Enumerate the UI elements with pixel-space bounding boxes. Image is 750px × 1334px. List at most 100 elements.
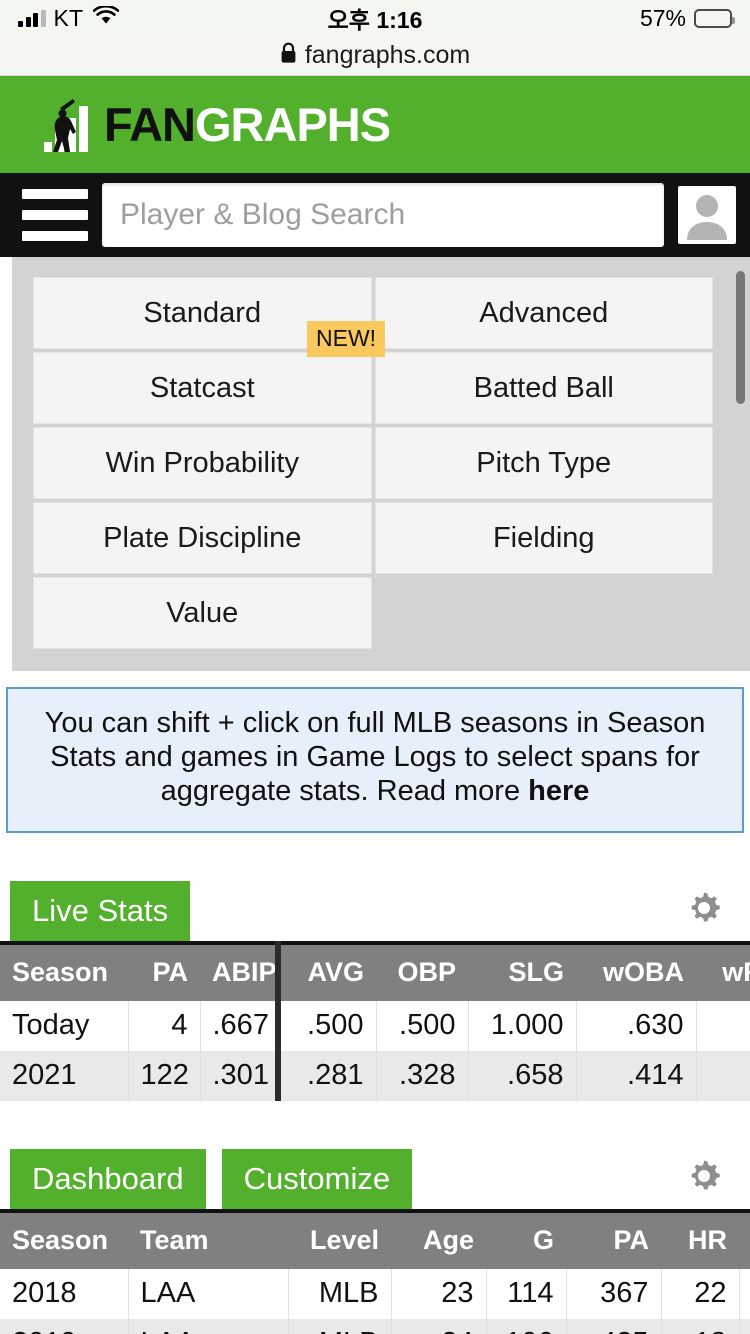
shift-click-notice: You can shift + click on full MLB season… <box>6 687 744 833</box>
column-header-team[interactable]: Team <box>128 1210 288 1269</box>
table-row: 2019 LAA MLB 24 106 425 18 51 <box>0 1318 750 1334</box>
column-header-level[interactable]: Level <box>288 1210 391 1269</box>
table-row: 2018 LAA MLB 23 114 367 22 59 <box>0 1268 750 1319</box>
dashboard-table-scroll[interactable]: Season Team Level Age G PA HR R 2018 LAA <box>0 1208 750 1334</box>
tab-dashboard[interactable]: Dashboard <box>10 1148 206 1209</box>
table-row: 2021 122 .301 .281 .328 .658 .414 174 <box>0 1050 750 1101</box>
stat-type-panel-wrap: Standard Advanced Statcast Batted Ball W… <box>0 257 750 671</box>
column-header-wrcplus[interactable]: wRC+ <box>696 942 750 1001</box>
column-header-pa[interactable]: PA <box>566 1210 661 1269</box>
cell-pa: 425 <box>566 1318 662 1334</box>
new-badge: NEW! <box>307 321 386 357</box>
status-bar-right: 57% <box>639 4 735 32</box>
cell-team: LAA <box>128 1318 289 1334</box>
battery-icon <box>694 8 735 28</box>
button-label: Fielding <box>492 521 595 554</box>
column-header-r[interactable]: R <box>739 1210 750 1269</box>
column-header-hr[interactable]: HR <box>661 1210 739 1269</box>
tab-label: Live Stats <box>32 893 169 929</box>
tab-customize[interactable]: Customize <box>221 1148 413 1209</box>
cell-level: MLB <box>288 1268 392 1319</box>
logo-word-graphs: GRAPHS <box>195 98 391 151</box>
stat-type-button-pitch-type[interactable]: Pitch Type <box>374 427 713 499</box>
stat-type-grid-spacer <box>375 577 714 649</box>
dashboard-tab-row: Dashboard Customize <box>0 1148 750 1209</box>
stat-type-button-statcast[interactable]: Statcast <box>33 352 372 424</box>
stat-type-button-advanced[interactable]: Advanced <box>374 277 713 349</box>
cell-hr: 22 <box>661 1268 740 1319</box>
stat-type-button-fielding[interactable]: Fielding <box>374 502 713 574</box>
dashboard-header-row: Season Team Level Age G PA HR R <box>0 1210 750 1269</box>
live-stats-table: Season PA ABIP AVG OBP SLG wOBA wRC+ Tod… <box>0 940 750 1101</box>
battery-percent-label: 57% <box>639 4 686 31</box>
column-header-woba[interactable]: wOBA <box>576 942 696 1001</box>
cell-babip: .667 <box>200 1000 281 1051</box>
column-header-season[interactable]: Season <box>0 942 128 1001</box>
live-stats-gear-slot <box>684 888 750 933</box>
cell-babip: .301 <box>200 1050 281 1101</box>
cell-season: Today <box>0 1000 129 1051</box>
logo-word-fan: FAN <box>104 98 196 151</box>
cell-hr: 18 <box>661 1318 740 1334</box>
live-stats-block: Live Stats Season PA ABIP AVG OBP SLG wO… <box>0 880 750 1101</box>
gear-settings-icon[interactable] <box>684 888 724 933</box>
live-stats-table-scroll[interactable]: Season PA ABIP AVG OBP SLG wOBA wRC+ Tod… <box>0 940 750 1101</box>
cell-g: 106 <box>486 1318 567 1334</box>
column-header-age[interactable]: Age <box>391 1210 486 1269</box>
vertical-scrollbar[interactable] <box>736 271 745 404</box>
cell-g: 114 <box>486 1268 567 1319</box>
tab-label: Customize <box>243 1161 391 1197</box>
stat-type-button-plate-discipline[interactable]: Plate Discipline <box>33 502 372 574</box>
cell-pa: 367 <box>566 1268 662 1319</box>
column-header-obp[interactable]: OBP <box>376 942 468 1001</box>
cell-season: 2021 <box>0 1050 129 1101</box>
column-header-avg[interactable]: AVG <box>278 942 376 1001</box>
column-header-pa[interactable]: PA <box>128 942 200 1001</box>
hamburger-menu-icon[interactable] <box>14 189 88 241</box>
cell-slg: .658 <box>468 1050 577 1101</box>
cell-wrcplus: 322 <box>696 1000 750 1051</box>
cell-woba: .414 <box>576 1050 697 1101</box>
search-input[interactable] <box>120 198 646 232</box>
gear-settings-icon[interactable] <box>684 1156 724 1201</box>
status-bar-left: KT <box>18 4 120 32</box>
table-row: Today 4 .667 .500 .500 1.000 .630 322 <box>0 1000 750 1051</box>
dashboard-table: Season Team Level Age G PA HR R 2018 LAA <box>0 1208 750 1334</box>
search-box[interactable] <box>102 183 664 247</box>
site-logo[interactable]: FANGRAPHS <box>38 96 391 154</box>
cell-age: 24 <box>391 1318 487 1334</box>
tab-live-stats[interactable]: Live Stats <box>10 880 191 941</box>
live-stats-header-row: Season PA ABIP AVG OBP SLG wOBA wRC+ <box>0 942 750 1001</box>
button-label: Batted Ball <box>473 371 614 404</box>
browser-url-bar[interactable]: fangraphs.com <box>0 36 750 76</box>
stat-type-button-value[interactable]: Value <box>33 577 372 649</box>
button-label: Win Probability <box>105 446 299 479</box>
cell-obp: .328 <box>376 1050 469 1101</box>
column-header-season[interactable]: Season <box>0 1210 128 1269</box>
cellular-signal-icon <box>18 9 46 27</box>
page-root: KT 오후 1:16 57% fangraphs.com FANGRAPHS P… <box>0 0 750 1334</box>
site-navbar <box>0 173 750 257</box>
cell-slg: 1.000 <box>468 1000 577 1051</box>
user-account-icon[interactable] <box>678 186 736 244</box>
column-header-babip[interactable]: ABIP <box>200 942 281 1001</box>
live-stats-tab-row: Live Stats <box>0 880 750 941</box>
logo-wordmark: FANGRAPHS <box>104 98 391 151</box>
notice-read-more-link[interactable]: here <box>528 775 589 807</box>
notice-text: You can shift + click on full MLB season… <box>44 707 706 807</box>
cell-team: LAA <box>128 1268 289 1319</box>
cell-season: 2019 <box>0 1318 129 1334</box>
stat-type-button-batted-ball[interactable]: Batted Ball <box>374 352 713 424</box>
column-header-slg[interactable]: SLG <box>468 942 576 1001</box>
cell-avg: .281 <box>278 1050 377 1101</box>
column-header-g[interactable]: G <box>486 1210 566 1269</box>
tab-label: Dashboard <box>32 1161 184 1197</box>
cell-obp: .500 <box>376 1000 469 1051</box>
button-label: Statcast <box>149 371 255 404</box>
wifi-icon <box>92 4 120 30</box>
button-label: Advanced <box>479 296 609 329</box>
stat-type-button-win-probability[interactable]: Win Probability <box>33 427 372 499</box>
dashboard-gear-slot <box>684 1156 750 1201</box>
cell-r: 59 <box>739 1268 750 1319</box>
url-text: fangraphs.com <box>304 41 471 69</box>
